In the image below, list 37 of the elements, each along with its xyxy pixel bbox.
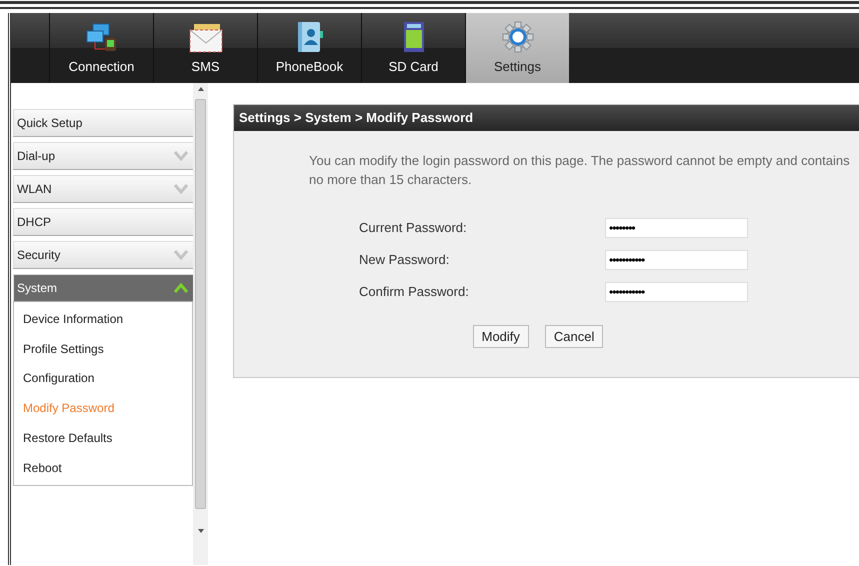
sidebar-item[interactable]: Quick Setup — [13, 109, 193, 137]
submenu-link[interactable]: Profile Settings — [14, 334, 192, 364]
sidebar-item[interactable]: System — [13, 274, 193, 302]
sidebar-item[interactable]: DHCP — [13, 208, 193, 236]
form-button[interactable]: Cancel — [544, 325, 604, 348]
scroll-up-arrow-icon[interactable] — [198, 87, 204, 91]
password-field[interactable]: •••••••• — [605, 218, 748, 238]
nav-tab[interactable]: SD Card — [361, 13, 465, 83]
nav-tab[interactable]: Settings — [465, 13, 569, 83]
nav-tab[interactable]: SMS — [153, 13, 257, 83]
chevron-down-icon — [173, 184, 189, 194]
computer-network-icon — [84, 22, 118, 52]
form-button[interactable]: Modify — [472, 325, 529, 348]
scrollbar-thumb[interactable] — [195, 99, 206, 509]
scrollbar[interactable] — [193, 83, 208, 565]
sidebar-item[interactable]: WLAN — [13, 175, 193, 203]
panel-title: Settings > System > Modify Password — [234, 105, 859, 131]
field-label: New Password: — [359, 250, 450, 269]
settings-icon — [502, 20, 534, 52]
password-field[interactable]: ••••••••••• — [605, 250, 748, 270]
description-text: You can modify the login password on this page. The password cannot be empty and contains no more than 15 characters. — [309, 152, 851, 189]
nav-tab[interactable]: Connection — [49, 13, 153, 83]
scroll-down-arrow-icon[interactable] — [198, 529, 204, 533]
password-field[interactable]: ••••••••••• — [605, 282, 748, 302]
submenu-link[interactable]: Reboot — [14, 452, 192, 483]
nav-tab[interactable]: PhoneBook — [257, 13, 361, 83]
submenu-link[interactable]: Device Information — [14, 304, 192, 334]
sidebar-item[interactable]: Security — [13, 241, 193, 269]
chevron-up-icon — [173, 282, 189, 292]
chevron-down-icon — [173, 250, 189, 260]
field-label: Current Password: — [359, 218, 468, 237]
submenu-link[interactable]: Restore Defaults — [14, 423, 192, 453]
sidebar-item[interactable]: Dial-up — [13, 142, 193, 170]
field-label: Confirm Password: — [359, 282, 470, 301]
submenu-link[interactable]: Configuration — [14, 364, 192, 394]
chevron-down-icon — [173, 150, 189, 160]
envelope-icon — [188, 22, 224, 52]
